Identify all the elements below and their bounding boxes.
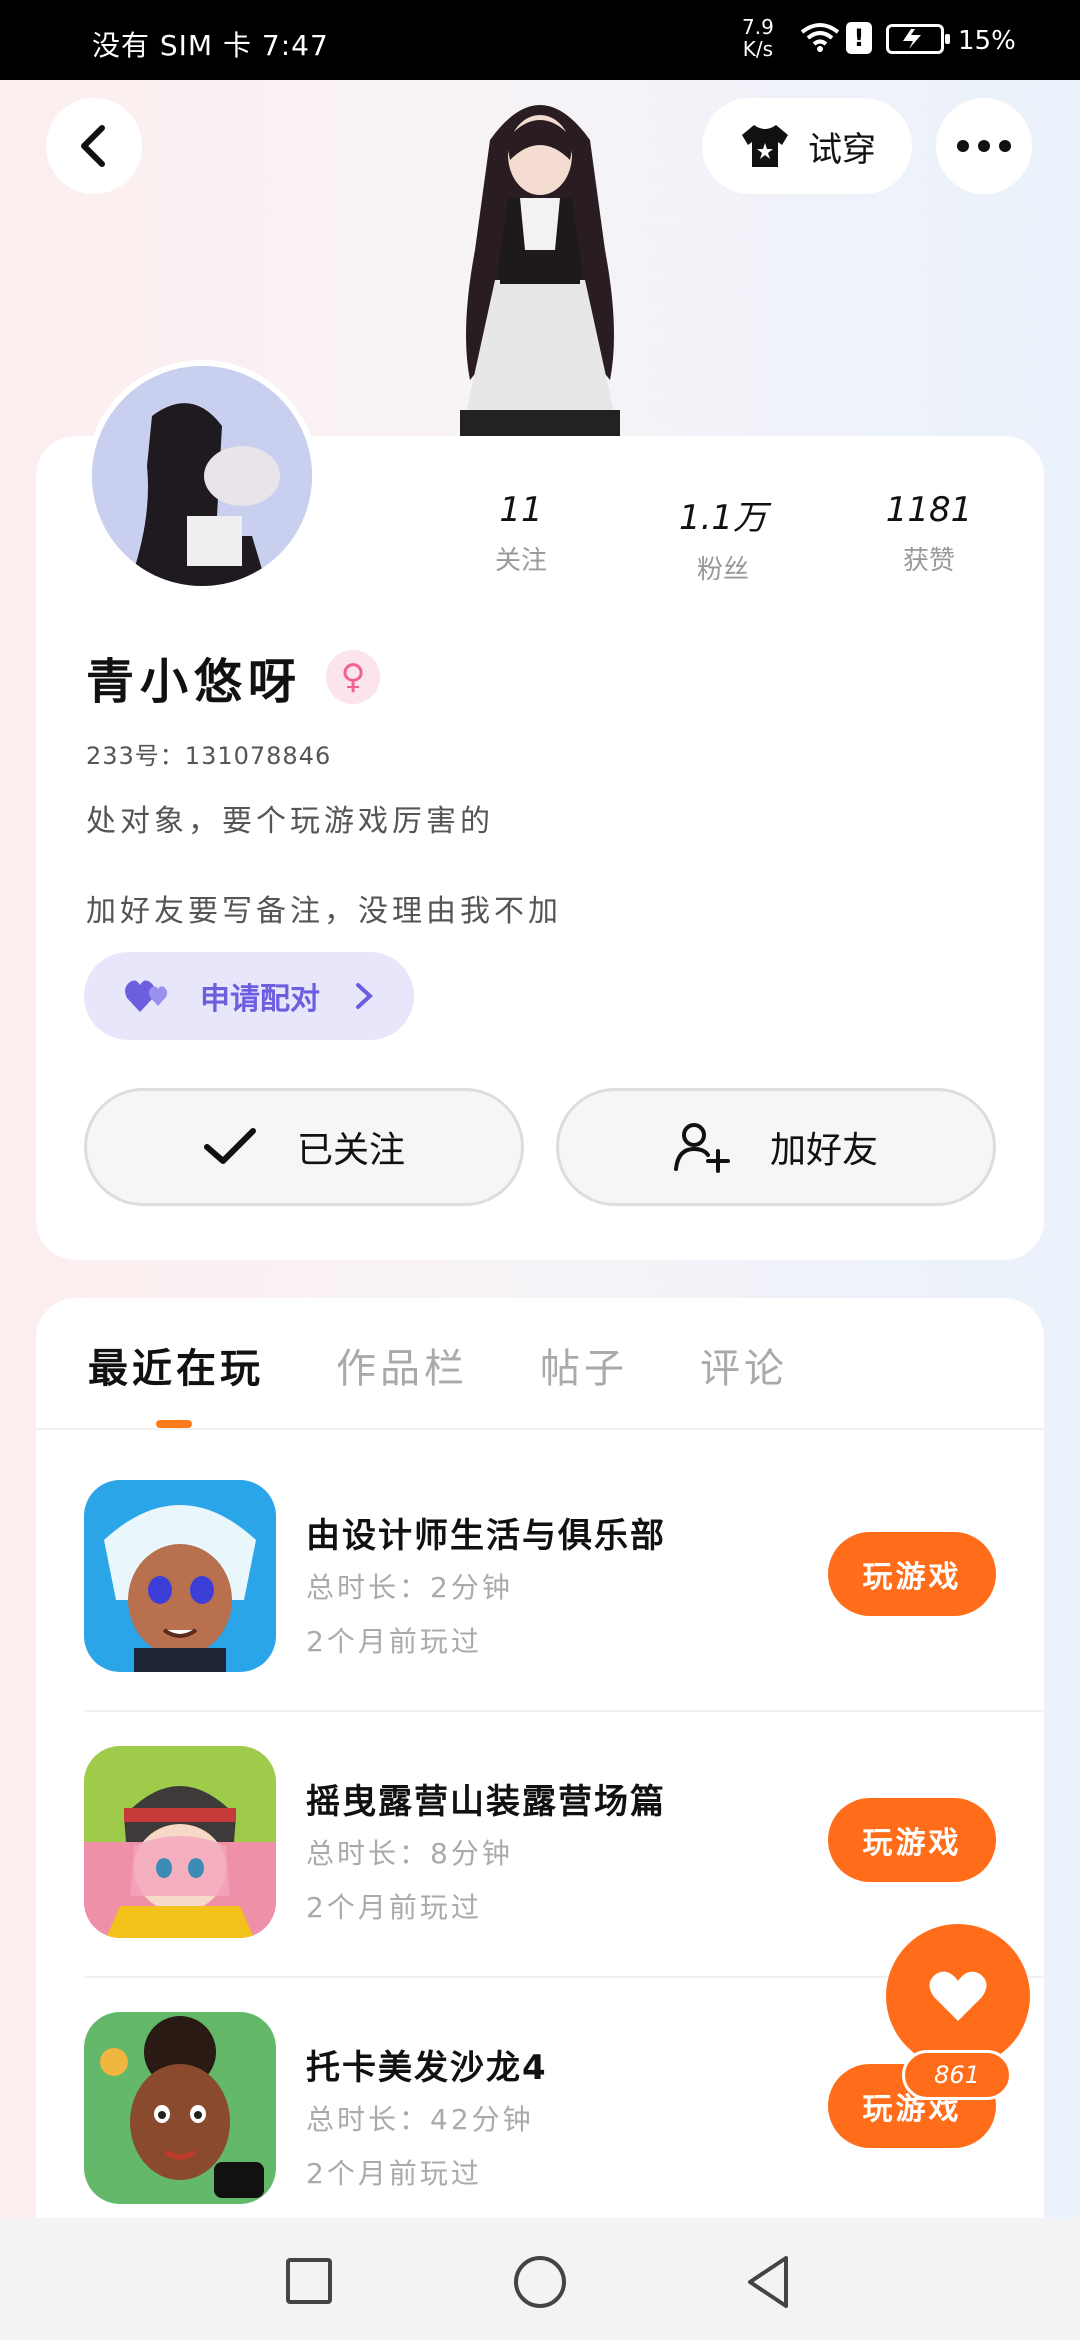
- check-icon: [203, 1128, 256, 1164]
- stat-fans[interactable]: 1.1万 粉丝: [648, 490, 798, 586]
- alert-icon: !: [846, 22, 872, 54]
- double-heart-icon: [125, 980, 168, 1012]
- battery-icon: [886, 24, 950, 54]
- system-nav-bar: [0, 2218, 1080, 2340]
- stat-fans-label: 粉丝: [696, 555, 749, 585]
- back-nav-icon[interactable]: [744, 2254, 792, 2310]
- bio-line-2: 加好友要写备注，没理由我不加: [86, 894, 562, 929]
- user-id[interactable]: 233号：131078846: [86, 736, 331, 771]
- wifi-icon: [800, 22, 840, 56]
- active-tab-indicator: [156, 1420, 192, 1428]
- game-title: 由设计师生活与俱乐部: [306, 1516, 666, 1556]
- try-on-label: 试穿: [808, 129, 876, 170]
- stat-following-value: 11: [499, 490, 543, 530]
- divider: [36, 1428, 1044, 1430]
- battery-percent: 15%: [958, 26, 1016, 56]
- game-icon-2[interactable]: [84, 1746, 276, 1938]
- carrier-label: 没有 SIM 卡: [92, 29, 252, 62]
- following-label: 已关注: [296, 1130, 405, 1171]
- stat-likes[interactable]: 1181 获赞: [854, 490, 1004, 577]
- game-title: 托卡美发沙龙4: [306, 2048, 548, 2088]
- clock: 7:47: [261, 29, 329, 62]
- network-speed-value: 7.9: [742, 15, 774, 39]
- game-last-played: 2个月前玩过: [306, 1625, 482, 1658]
- tab-works[interactable]: 作品栏: [336, 1336, 468, 1394]
- back-button[interactable]: [46, 98, 142, 194]
- network-speed-unit: K/s: [742, 37, 774, 61]
- status-bar: 没有 SIM 卡 7:47 7.9 K/s ! 15%: [0, 0, 1080, 80]
- game-duration: 总时长：2分钟: [306, 1571, 513, 1604]
- chevron-left-icon: [81, 125, 105, 167]
- more-dots-icon: [957, 140, 1011, 152]
- game-title: 摇曳露营山装露营场篇: [306, 1782, 666, 1822]
- try-on-button[interactable]: 试穿: [702, 98, 912, 194]
- recent-apps-button[interactable]: [286, 2258, 332, 2304]
- game-last-played: 2个月前玩过: [306, 1891, 482, 1924]
- game-duration: 总时长：8分钟: [306, 1837, 513, 1870]
- game-icon-1[interactable]: [84, 1480, 276, 1672]
- network-speed: 7.9 K/s: [742, 16, 774, 60]
- game-last-played: 2个月前玩过: [306, 2157, 482, 2190]
- add-user-icon: [673, 1123, 730, 1173]
- avatar-3d-figure[interactable]: [420, 80, 660, 440]
- game-item[interactable]: 由设计师生活与俱乐部 总时长：2分钟 2个月前玩过 玩游戏: [84, 1480, 1044, 1746]
- stat-likes-value: 1181: [885, 490, 973, 530]
- stat-fans-value: 1.1万: [678, 498, 768, 538]
- following-button[interactable]: 已关注: [84, 1088, 524, 1206]
- username: 青小悠呀: [86, 654, 303, 710]
- heart-icon: [929, 1971, 987, 2021]
- status-carrier-time: 没有 SIM 卡 7:47: [92, 24, 329, 64]
- home-button[interactable]: [514, 2256, 566, 2308]
- add-friend-label: 加好友: [769, 1130, 878, 1171]
- game-icon-3[interactable]: [84, 2012, 276, 2204]
- apply-pair-button[interactable]: 申请配对: [84, 952, 414, 1040]
- stat-following[interactable]: 11 关注: [446, 490, 596, 577]
- bio-line-1: 处对象，要个玩游戏厉害的: [86, 804, 494, 839]
- tab-recently-played[interactable]: 最近在玩: [88, 1336, 264, 1394]
- divider: [84, 1710, 1044, 1712]
- stat-likes-label: 获赞: [902, 546, 955, 576]
- apply-pair-label: 申请配对: [200, 982, 320, 1017]
- tab-bar: 最近在玩 作品栏 帖子 评论: [88, 1336, 788, 1394]
- tab-comments[interactable]: 评论: [700, 1336, 788, 1394]
- play-game-button[interactable]: 玩游戏: [828, 1798, 996, 1882]
- stat-following-label: 关注: [494, 546, 547, 576]
- tab-posts[interactable]: 帖子: [540, 1336, 628, 1394]
- like-count: 861: [902, 2050, 1012, 2100]
- more-options-button[interactable]: [936, 98, 1032, 194]
- avatar[interactable]: [86, 360, 318, 592]
- add-friend-button[interactable]: 加好友: [556, 1088, 996, 1206]
- female-icon: ♀: [326, 650, 381, 704]
- game-duration: 总时长：42分钟: [306, 2103, 534, 2136]
- tshirt-icon: [742, 125, 788, 167]
- chevron-right-icon: [356, 983, 373, 1009]
- like-button[interactable]: [886, 1924, 1030, 2068]
- play-game-button[interactable]: 玩游戏: [828, 1532, 996, 1616]
- name-row: 青小悠呀 ♀: [86, 642, 381, 712]
